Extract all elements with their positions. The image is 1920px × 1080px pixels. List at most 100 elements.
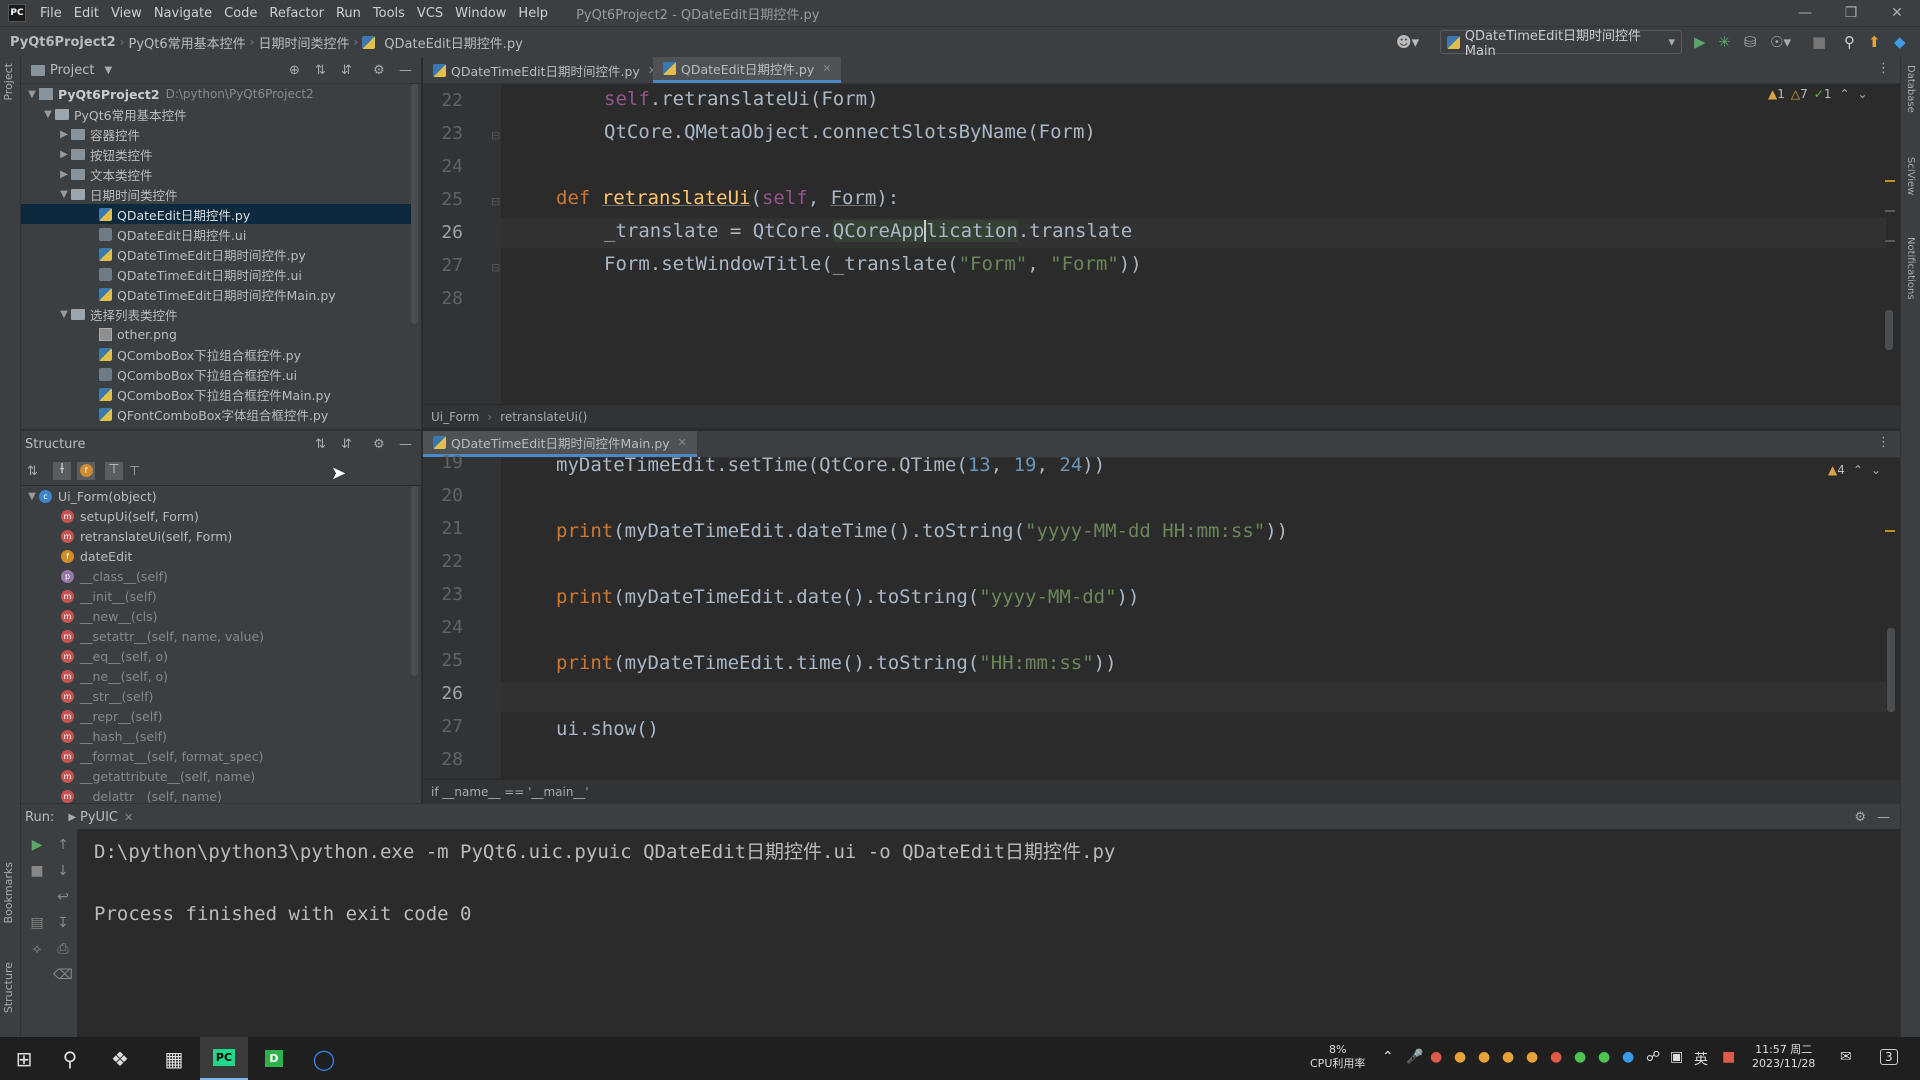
- breadcrumb-method[interactable]: retranslateUi(): [500, 410, 587, 424]
- stop-icon[interactable]: ■: [1812, 33, 1826, 51]
- structure-member[interactable]: m __str__(self): [61, 686, 153, 706]
- menu-edit[interactable]: Edit: [68, 6, 105, 21]
- tree-file[interactable]: QComboBox下拉组合框控件.ui: [99, 364, 297, 384]
- inspection-widget-top[interactable]: ▲ 1 △ 7 ✓ 1 ⌃ ⌄: [1768, 87, 1868, 101]
- chevron-down-icon[interactable]: ⌄: [1871, 463, 1881, 477]
- tree-root[interactable]: ▼ PyQt6Project2 D:\python\PyQt6Project2: [25, 84, 314, 104]
- menu-navigate[interactable]: Navigate: [148, 6, 218, 21]
- tray-app-icon[interactable]: ●: [1454, 1049, 1466, 1065]
- restore-icon[interactable]: ❐: [1828, 0, 1874, 26]
- coverage-icon[interactable]: ⛁: [1744, 33, 1757, 51]
- structure-member[interactable]: m __setattr__(self, name, value): [61, 626, 264, 646]
- locate-icon[interactable]: ⊕: [289, 63, 300, 78]
- tree-folder[interactable]: ▶ 文本类控件: [57, 164, 152, 184]
- rerun-icon[interactable]: ▶: [27, 837, 47, 853]
- tab-qdateedit-active[interactable]: QDateEdit日期控件.py ✕: [653, 57, 842, 83]
- stop-icon[interactable]: ■: [27, 863, 47, 879]
- menu-tools[interactable]: Tools: [367, 6, 411, 21]
- more-icon[interactable]: ⋮: [1877, 61, 1890, 76]
- gear-icon[interactable]: ⚙: [1854, 810, 1866, 825]
- menu-code[interactable]: Code: [218, 6, 263, 21]
- sciview-tool-button[interactable]: SciView: [1905, 157, 1916, 195]
- breadcrumb-file[interactable]: QDateEdit日期控件.py: [380, 33, 527, 52]
- trash-icon[interactable]: ⌫: [53, 967, 73, 983]
- breadcrumb-class[interactable]: Ui_Form: [431, 410, 479, 424]
- cpu-meter[interactable]: 8% CPU利用率: [1310, 1043, 1365, 1071]
- structure-member[interactable]: m __ne__(self, o): [61, 666, 168, 686]
- menu-help[interactable]: Help: [512, 6, 554, 21]
- run-configuration-select[interactable]: QDateTimeEdit日期时间控件Main ▾: [1440, 29, 1682, 59]
- scrollbar[interactable]: [411, 84, 418, 324]
- tab-pyuic[interactable]: PyUIC: [80, 810, 118, 825]
- error-stripe-mark[interactable]: [1885, 530, 1895, 532]
- breadcrumb-block[interactable]: if __name__ == '__main__': [431, 785, 589, 799]
- fold-icon[interactable]: ⊟: [491, 129, 500, 142]
- collapse-all-icon[interactable]: ⇵: [341, 437, 352, 452]
- structure-member[interactable]: m __hash__(self): [61, 726, 167, 746]
- menu-vcs[interactable]: VCS: [411, 6, 449, 21]
- gear-icon[interactable]: ⚙: [373, 63, 385, 78]
- hide-panel-icon[interactable]: —: [399, 437, 412, 452]
- debug-icon[interactable]: ✳: [1718, 33, 1731, 51]
- tree-file[interactable]: QComboBox下拉组合框控件Main.py: [99, 384, 331, 404]
- menu-run[interactable]: Run: [330, 6, 367, 21]
- menu-view[interactable]: View: [105, 6, 148, 21]
- error-stripe[interactable]: [1885, 160, 1895, 360]
- tree-file-selected[interactable]: QDateEdit日期控件.py: [21, 204, 411, 224]
- tray-app-icon[interactable]: ●: [1550, 1049, 1562, 1065]
- tray-app-icon[interactable]: ●: [1478, 1049, 1490, 1065]
- structure-member[interactable]: m __getattribute__(self, name): [61, 766, 255, 786]
- structure-tool-button[interactable]: Structure: [2, 962, 15, 1013]
- hide-panel-icon[interactable]: —: [1877, 810, 1890, 825]
- menu-file[interactable]: File: [34, 6, 68, 21]
- run-icon[interactable]: ▶: [1694, 33, 1706, 51]
- display-icon[interactable]: ▣: [1670, 1049, 1683, 1065]
- structure-member[interactable]: p __class__(self): [61, 566, 168, 586]
- structure-member[interactable]: m retranslateUi(self, Form): [61, 526, 232, 546]
- notifications-tool-button[interactable]: Notifications: [1905, 237, 1916, 300]
- structure-member[interactable]: m setupUi(self, Form): [61, 506, 199, 526]
- tree-file[interactable]: QDateTimeEdit日期时间控件Main.py: [99, 284, 336, 304]
- scrollbar[interactable]: [1887, 628, 1895, 712]
- qq-browser-icon[interactable]: ◯: [300, 1037, 348, 1080]
- project-tool-button[interactable]: Project: [2, 63, 15, 101]
- tray-app-icon[interactable]: ✉: [1840, 1049, 1852, 1065]
- tray-app-icon[interactable]: ■: [1722, 1049, 1735, 1065]
- more-icon[interactable]: ⋮: [1877, 435, 1890, 450]
- structure-member[interactable]: f dateEdit: [61, 546, 132, 566]
- close-icon[interactable]: ✕: [822, 62, 831, 75]
- show-inherited-icon[interactable]: f: [77, 462, 95, 480]
- bookmarks-tool-button[interactable]: Bookmarks: [2, 862, 15, 923]
- network-icon[interactable]: ☍: [1646, 1049, 1660, 1065]
- expand-all-icon[interactable]: ⇅: [315, 437, 326, 452]
- tree-file[interactable]: QDateTimeEdit日期时间控件.py: [99, 244, 306, 264]
- pin-icon[interactable]: ⟡: [27, 941, 47, 957]
- notification-badge[interactable]: 3: [1880, 1049, 1898, 1065]
- show-fields-icon[interactable]: Ɨ: [53, 462, 71, 480]
- tree-file[interactable]: QDateEdit日期控件.ui: [99, 224, 246, 244]
- expand-all-icon[interactable]: ⇅: [315, 63, 326, 78]
- ime-indicator[interactable]: 英: [1694, 1049, 1708, 1069]
- chevron-up-icon[interactable]: ⌃: [1382, 1049, 1394, 1065]
- fold-icon[interactable]: ⊟: [491, 195, 500, 208]
- structure-member[interactable]: m __eq__(self, o): [61, 646, 168, 666]
- structure-member[interactable]: m __repr__(self): [61, 706, 162, 726]
- scroll-to-end-icon[interactable]: ↧: [53, 915, 73, 931]
- collapse-all-icon[interactable]: ⇵: [341, 63, 352, 78]
- jetbrains-ai-icon[interactable]: ◆: [1894, 33, 1906, 51]
- structure-member[interactable]: m __new__(cls): [61, 606, 157, 626]
- widgets-icon[interactable]: ❖: [96, 1037, 144, 1080]
- close-icon[interactable]: ✕: [678, 436, 687, 449]
- inspection-widget-bottom[interactable]: ▲ 4 ⌃ ⌄: [1828, 463, 1881, 477]
- tree-file[interactable]: QFontComboBox字体组合框控件.py: [99, 404, 328, 424]
- structure-class[interactable]: ▼ c Ui_Form(object): [25, 486, 157, 506]
- search-icon[interactable]: ⚲: [1844, 33, 1855, 51]
- notepad-icon[interactable]: ▦: [150, 1037, 198, 1080]
- search-icon[interactable]: ⚲: [46, 1037, 94, 1080]
- layout-icon[interactable]: ▤: [27, 915, 47, 931]
- arrow-up-icon[interactable]: ↑: [53, 837, 73, 853]
- tree-folder[interactable]: ▶ 容器控件: [57, 124, 140, 144]
- arrow-down-icon[interactable]: ↓: [53, 863, 73, 879]
- tray-app-icon[interactable]: ●: [1430, 1049, 1442, 1065]
- chevron-up-icon[interactable]: ⌃: [1853, 463, 1863, 477]
